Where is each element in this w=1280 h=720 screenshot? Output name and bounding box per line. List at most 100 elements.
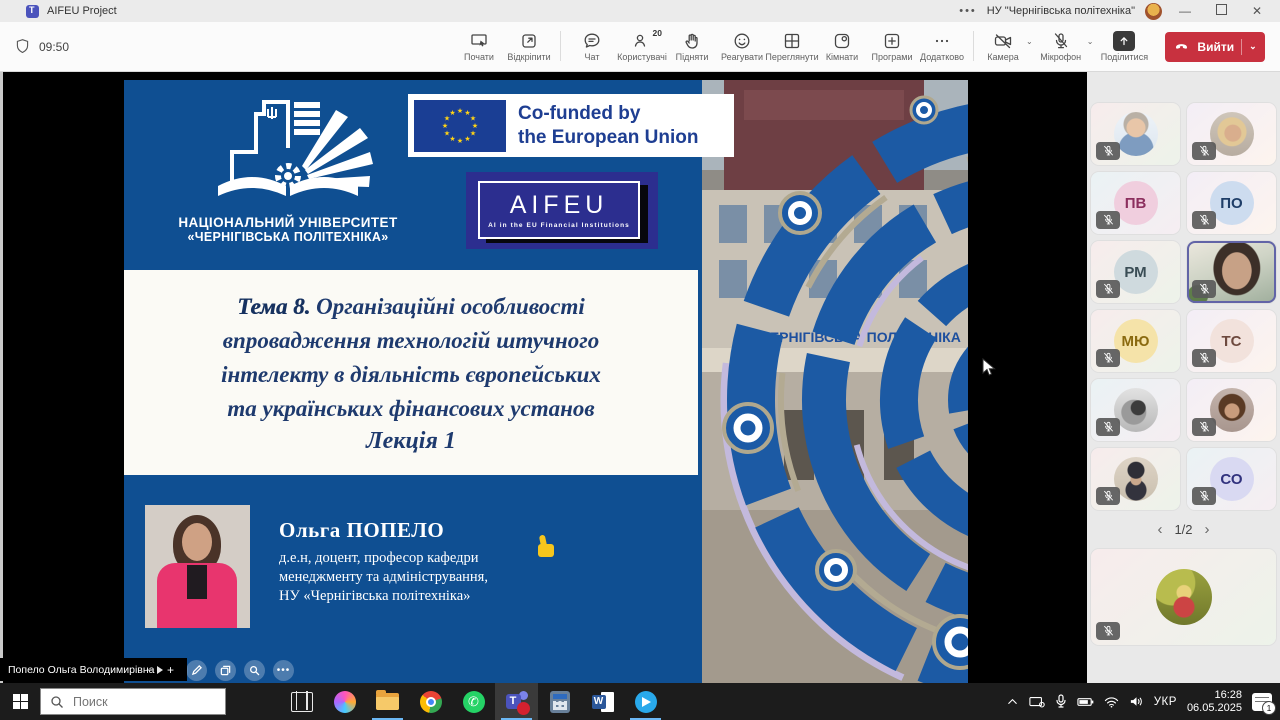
participant-tile[interactable]	[1091, 379, 1180, 441]
calculator-button[interactable]	[538, 683, 581, 720]
smiley-icon	[732, 31, 752, 51]
more-slide-options-button[interactable]: •••	[273, 660, 294, 681]
pager-previous-icon[interactable]: ‹	[1157, 521, 1162, 538]
search-input[interactable]	[71, 694, 205, 710]
breakout-rooms-icon	[832, 31, 852, 51]
unpin-button[interactable]: Відкріпити	[504, 31, 554, 62]
zoom-in-button[interactable]: +	[167, 663, 174, 677]
leave-dropdown-icon[interactable]: ⌄	[1241, 39, 1257, 55]
participant-photo-avatar	[1114, 388, 1158, 432]
mic-dropdown-icon[interactable]: ⌄	[1087, 37, 1094, 46]
maximize-button[interactable]	[1208, 4, 1234, 18]
raise-hand-button[interactable]: Підняти	[667, 31, 717, 62]
minimize-button[interactable]: —	[1172, 4, 1198, 18]
copilot-button[interactable]	[323, 683, 366, 720]
svg-text:★: ★	[464, 135, 470, 143]
participant-initials-avatar: ПО	[1210, 181, 1254, 225]
react-button[interactable]: Реагувати	[717, 31, 767, 62]
mouse-cursor	[982, 358, 996, 378]
presenter-title-line: д.е.н, доцент, професор кафедри	[279, 549, 488, 568]
magnifier-button[interactable]	[244, 660, 265, 681]
zoom-out-button[interactable]: −	[146, 663, 153, 677]
participants-count-badge: 20	[652, 28, 663, 38]
participant-photo-avatar	[1114, 112, 1158, 156]
display-device-icon[interactable]	[1029, 695, 1045, 709]
titlebar-overflow-icon[interactable]: •••	[959, 5, 977, 17]
pager-label: 1/2	[1174, 522, 1192, 537]
participants-button[interactable]: 20 Користувачі	[617, 31, 667, 62]
eu-label-line2: the European Union	[518, 126, 699, 150]
apps-button[interactable]: Програми	[867, 31, 917, 62]
participant-tile[interactable]: ПО	[1187, 172, 1276, 234]
participant-tile[interactable]	[1091, 103, 1180, 165]
telegram-button[interactable]	[624, 683, 667, 720]
rooms-button[interactable]: Кімнати	[817, 31, 867, 62]
participant-tile[interactable]	[1091, 549, 1276, 645]
start-presenting-button[interactable]: Почати	[454, 31, 504, 62]
eu-flag-icon: ★★★ ★★★ ★★★ ★★★	[414, 100, 506, 152]
participant-video-tile[interactable]	[1187, 241, 1276, 303]
share-button[interactable]: Поділитися	[1095, 31, 1153, 62]
participant-tile[interactable]: ТС	[1187, 310, 1276, 372]
svg-text:★: ★	[457, 137, 463, 145]
present-screen-icon	[469, 31, 489, 51]
camera-button[interactable]: Камера	[980, 31, 1026, 62]
participant-tile[interactable]: РМ	[1091, 241, 1180, 303]
wifi-icon[interactable]	[1104, 696, 1119, 708]
user-avatar[interactable]	[1145, 3, 1162, 20]
view-button[interactable]: Переглянути	[767, 31, 817, 62]
chat-button[interactable]: Чат	[567, 31, 617, 62]
next-slide-arrow-icon[interactable]	[157, 666, 163, 674]
window-title: AIFEU Project	[47, 5, 117, 17]
lecture-number: Лекція 1	[366, 428, 456, 455]
teams-icon: T	[506, 691, 528, 713]
mic-muted-icon	[1096, 142, 1120, 160]
volume-icon[interactable]	[1129, 695, 1144, 708]
annotate-pen-button[interactable]	[186, 660, 207, 681]
camera-dropdown-icon[interactable]: ⌄	[1026, 37, 1033, 46]
participant-tile[interactable]	[1187, 103, 1276, 165]
chrome-button[interactable]	[409, 683, 452, 720]
participant-photo-avatar	[1114, 457, 1158, 501]
left-edge-strip	[0, 72, 3, 684]
tray-expand-icon[interactable]	[1006, 695, 1019, 708]
raised-hand-icon	[682, 31, 702, 51]
presenter-title-line: НУ «Чернігівська політехніка»	[279, 587, 488, 606]
university-name-line2: «ЧЕРНІГІВСЬКА ПОЛІТЕХНІКА»	[142, 230, 434, 244]
taskbar-clock[interactable]: 16:28 06.05.2025	[1187, 689, 1242, 715]
mic-muted-icon	[1192, 418, 1216, 436]
teams-notification-dot	[517, 702, 530, 715]
file-explorer-button[interactable]	[366, 683, 409, 720]
language-indicator[interactable]: УКР	[1154, 696, 1177, 708]
participant-tile[interactable]: МЮ	[1091, 310, 1180, 372]
teams-button[interactable]: T	[495, 683, 538, 720]
presenter-photo	[145, 505, 250, 628]
participant-tile[interactable]	[1187, 379, 1276, 441]
notification-center-icon[interactable]: 1	[1252, 693, 1272, 711]
mic-muted-icon	[1192, 280, 1216, 298]
battery-icon[interactable]	[1077, 696, 1094, 708]
aifeu-project-logo: AIFEU AI in the EU Financial Institution…	[466, 172, 658, 249]
taskbar-search[interactable]	[40, 688, 226, 715]
aifeu-title: AIFEU	[510, 191, 609, 220]
mic-muted-icon	[1192, 142, 1216, 160]
microphone-button[interactable]: Мікрофон	[1035, 31, 1087, 62]
start-button[interactable]	[0, 683, 40, 720]
more-options-button[interactable]: Додатково	[917, 31, 967, 62]
close-button[interactable]: ✕	[1244, 4, 1270, 18]
participant-tile[interactable]	[1091, 448, 1180, 510]
pager-next-icon[interactable]: ›	[1205, 521, 1210, 538]
unpin-icon	[519, 31, 539, 51]
task-view-button[interactable]	[280, 683, 323, 720]
calculator-icon	[550, 691, 570, 713]
participant-tile[interactable]: ПВ	[1091, 172, 1180, 234]
svg-text:★: ★	[449, 109, 455, 117]
whatsapp-button[interactable]: ✆	[452, 683, 495, 720]
tray-microphone-icon[interactable]	[1055, 694, 1067, 709]
word-button[interactable]: W	[581, 683, 624, 720]
participant-initials-avatar: МЮ	[1114, 319, 1158, 363]
participant-tile[interactable]: СО	[1187, 448, 1276, 510]
slides-overview-button[interactable]	[215, 660, 236, 681]
svg-text:★: ★	[449, 135, 455, 143]
leave-meeting-button[interactable]: Вийти ⌄	[1165, 32, 1264, 62]
